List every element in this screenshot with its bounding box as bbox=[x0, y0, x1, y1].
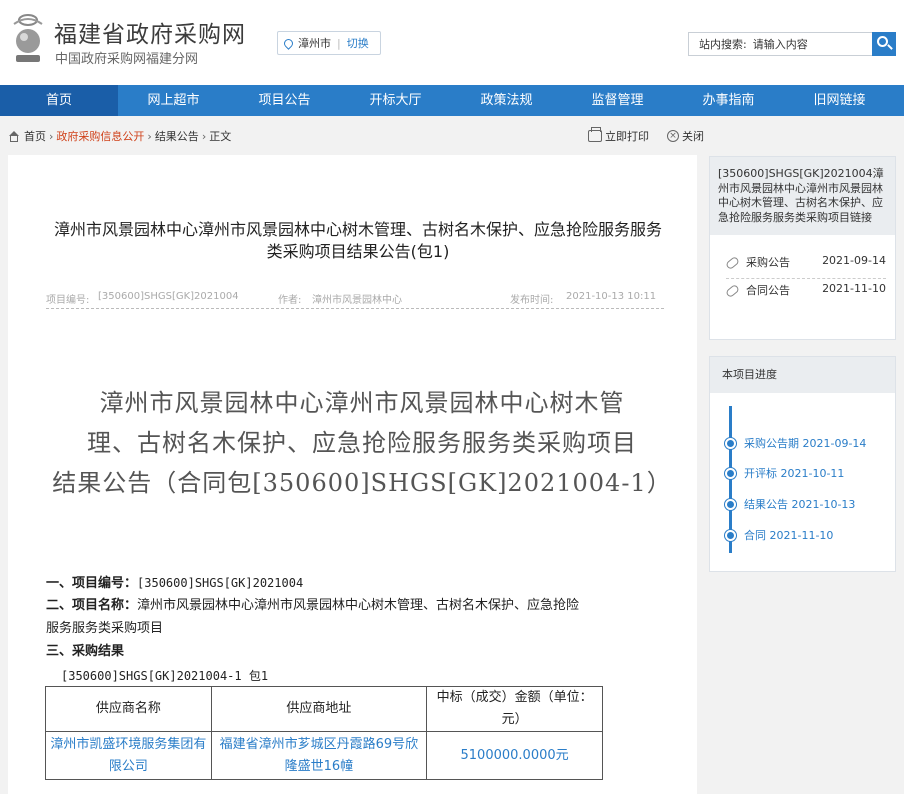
page-tools: 立即打印 × 关闭 bbox=[588, 127, 704, 145]
table-header: 中标（成交）金额（单位：元） bbox=[426, 686, 603, 732]
progress-step[interactable]: 合同 2021-11-10 bbox=[725, 528, 833, 542]
related-links-title: [350600]SHGS[GK]2021004漳州市风景园林中心漳州市风景园林中… bbox=[710, 157, 895, 235]
nav-item-old-site[interactable]: 旧网链接 bbox=[784, 85, 895, 116]
heading-line: 结果公告（合同包[350600]SHGS[GK]2021004-1） bbox=[52, 469, 672, 497]
announcement-heading: 漳州市风景园林中心漳州市风景园林中心树木管 理、古树名木保护、应急抢险服务服务类… bbox=[52, 383, 672, 503]
result-table: 供应商名称 供应商地址 中标（成交）金额（单位：元） 漳州市凯盛环境服务集团有限… bbox=[45, 686, 603, 780]
table-header: 供应商地址 bbox=[210, 686, 428, 732]
section-label: 二、项目名称： bbox=[46, 598, 138, 613]
progress-step-label[interactable]: 合同 2021-11-10 bbox=[744, 527, 833, 543]
timeline-dot-icon bbox=[725, 498, 736, 510]
progress-step[interactable]: 开评标 2021-10-11 bbox=[725, 466, 844, 480]
site-logo-icon[interactable] bbox=[8, 10, 48, 66]
related-link-date: 2021-09-14 bbox=[822, 254, 886, 267]
page-title: 漳州市风景园林中心漳州市风景园林中心树木管理、古树名木保护、应急抢险服务服务类采… bbox=[53, 220, 662, 261]
search-input[interactable]: 站内搜索: 请输入内容 bbox=[688, 32, 872, 56]
project-progress-panel: 本项目进度 采购公告期 2021-09-14 开评标 2021-10-11 结果… bbox=[709, 356, 896, 572]
heading-line: 漳州市风景园林中心漳州市风景园林中心树木管 bbox=[99, 389, 625, 417]
divider bbox=[726, 278, 886, 279]
progress-step-label[interactable]: 采购公告期 2021-09-14 bbox=[744, 435, 866, 451]
table-header-row: 供应商名称 供应商地址 中标（成交）金额（单位：元） bbox=[45, 686, 603, 732]
nav-item-policies[interactable]: 政策法规 bbox=[451, 85, 562, 116]
city-divider: | bbox=[337, 36, 341, 50]
breadcrumb: 首页 › 政府采购信息公开 › 结果公告 › 正文 bbox=[8, 127, 231, 145]
amount-cell[interactable]: 5100000.0000元 bbox=[426, 731, 603, 780]
meta-author-label: 作者: bbox=[278, 295, 302, 306]
related-link-date: 2021-11-10 bbox=[822, 282, 886, 295]
meta-time: 2021-10-13 10:11 bbox=[566, 291, 657, 302]
printer-icon[interactable] bbox=[588, 127, 602, 142]
site-title[interactable]: 福建省政府采购网 bbox=[54, 15, 246, 49]
breadcrumb-current: 正文 bbox=[209, 130, 232, 143]
city-selector[interactable]: 漳州市 | 切换 bbox=[277, 31, 381, 55]
section-value: 漳州市风景园林中心漳州市风景园林中心树木管理、古树名木保护、应急抢险 bbox=[137, 598, 580, 613]
breadcrumb-home[interactable]: 首页 bbox=[24, 128, 46, 144]
supplier-name-cell[interactable]: 漳州市凯盛环境服务集团有限公司 bbox=[45, 731, 212, 780]
nav-item-guide[interactable]: 办事指南 bbox=[673, 85, 784, 116]
section-project-name-cont: 服务服务类采购项目 bbox=[46, 621, 164, 636]
search-label: 站内搜索: bbox=[699, 38, 747, 51]
breadcrumb-info-public[interactable]: 政府采购信息公开 bbox=[56, 128, 144, 144]
nav-item-project-notices[interactable]: 项目公告 bbox=[229, 85, 340, 116]
meta-author: 漳州市风景园林中心 bbox=[312, 295, 402, 306]
article-meta: 项目编号: [350600]SHGS[GK]2021004 作者: 漳州市风景园… bbox=[46, 291, 664, 309]
timeline-dot-icon bbox=[725, 467, 736, 479]
print-button[interactable]: 立即打印 bbox=[605, 128, 649, 144]
related-link-contract[interactable]: 合同公告 2021-11-10 bbox=[724, 282, 886, 299]
meta-code: [350600]SHGS[GK]2021004 bbox=[98, 291, 239, 302]
package-label: [350600]SHGS[GK]2021004-1 包1 bbox=[61, 669, 269, 683]
city-name: 漳州市 bbox=[298, 37, 331, 50]
nav-item-online-market[interactable]: 网上超市 bbox=[118, 85, 229, 116]
related-link-label[interactable]: 采购公告 bbox=[746, 256, 790, 269]
nav-item-supervision[interactable]: 监督管理 bbox=[562, 85, 673, 116]
meta-code-label: 项目编号: bbox=[46, 295, 90, 306]
main-nav: 首页 网上超市 项目公告 开标大厅 政策法规 监督管理 办事指南 旧网链接 bbox=[0, 85, 904, 116]
section-project-code: 一、项目编号：[350600]SHGS[GK]2021004 bbox=[46, 572, 303, 595]
section-project-name: 二、项目名称：漳州市风景园林中心漳州市风景园林中心树木管理、古树名木保护、应急抢… bbox=[46, 595, 579, 617]
progress-step-label[interactable]: 结果公告 2021-10-13 bbox=[744, 496, 855, 512]
progress-step-label[interactable]: 开评标 2021-10-11 bbox=[744, 465, 844, 481]
nav-item-home[interactable]: 首页 bbox=[0, 85, 118, 116]
site-subtitle: 中国政府采购网福建分网 bbox=[55, 52, 199, 67]
site-header: 福建省政府采购网 中国政府采购网福建分网 漳州市 | 切换 站内搜索: 请输入内… bbox=[0, 0, 904, 85]
close-button[interactable]: 关闭 bbox=[682, 128, 704, 144]
city-switch-link[interactable]: 切换 bbox=[347, 35, 369, 51]
section-result: 三、采购结果 bbox=[46, 641, 124, 663]
related-link-label[interactable]: 合同公告 bbox=[746, 284, 790, 297]
home-icon bbox=[8, 130, 20, 142]
search-button[interactable] bbox=[872, 32, 896, 56]
meta-time-label: 发布时间: bbox=[510, 295, 554, 306]
table-row: 漳州市凯盛环境服务集团有限公司 福建省漳州市芗城区丹霞路69号欣隆盛世16幢 5… bbox=[45, 731, 603, 780]
close-icon[interactable]: × bbox=[667, 130, 679, 142]
heading-line: 理、古树名木保护、应急抢险服务服务类采购项目 bbox=[87, 429, 637, 457]
link-icon bbox=[724, 255, 741, 271]
breadcrumb-result-notice[interactable]: 结果公告 bbox=[155, 128, 199, 144]
supplier-address-cell[interactable]: 福建省漳州市芗城区丹霞路69号欣隆盛世16幢 bbox=[210, 731, 428, 780]
nav-item-bid-hall[interactable]: 开标大厅 bbox=[340, 85, 451, 116]
table-header: 供应商名称 bbox=[45, 686, 212, 732]
link-icon bbox=[724, 283, 741, 299]
site-search: 站内搜索: 请输入内容 bbox=[688, 32, 896, 56]
timeline-dot-icon bbox=[725, 437, 736, 449]
related-link-procurement[interactable]: 采购公告 2021-09-14 bbox=[724, 254, 886, 271]
progress-title: 本项目进度 bbox=[710, 357, 895, 393]
section-value: [350600]SHGS[GK]2021004 bbox=[137, 576, 304, 590]
progress-step[interactable]: 采购公告期 2021-09-14 bbox=[725, 436, 866, 450]
related-links-panel: [350600]SHGS[GK]2021004漳州市风景园林中心漳州市风景园林中… bbox=[709, 156, 896, 340]
article-panel: 漳州市风景园林中心漳州市风景园林中心树木管理、古树名木保护、应急抢险服务服务类采… bbox=[8, 155, 697, 794]
section-label: 一、项目编号： bbox=[46, 576, 138, 591]
progress-step[interactable]: 结果公告 2021-10-13 bbox=[725, 497, 855, 511]
timeline-dot-icon bbox=[725, 529, 736, 541]
location-pin-icon bbox=[282, 36, 295, 50]
section-label: 三、采购结果 bbox=[46, 644, 125, 659]
search-placeholder: 请输入内容 bbox=[752, 38, 808, 51]
